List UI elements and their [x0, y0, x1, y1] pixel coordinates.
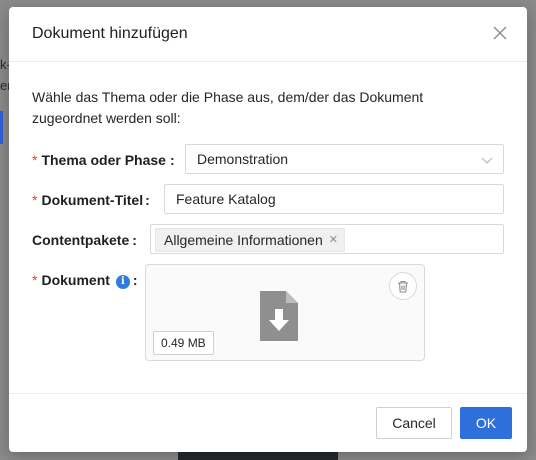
document-title-value: Feature Katalog — [176, 191, 276, 207]
label-colon: : — [145, 192, 150, 208]
document-title-input[interactable]: Feature Katalog — [164, 184, 504, 214]
content-tag-label: Allgemeine Informationen — [164, 232, 323, 248]
dialog-footer: Cancel OK — [9, 393, 527, 452]
required-marker: * — [32, 152, 38, 168]
required-marker: * — [32, 192, 38, 208]
label-colon: : — [169, 152, 175, 168]
title-label-text: Dokument-Titel — [41, 192, 144, 208]
content-field-label: Contentpakete: — [32, 232, 137, 248]
theme-label-text: Thema oder Phase — [41, 152, 166, 168]
theme-select-value: Demonstration — [197, 151, 289, 167]
file-download-icon — [260, 291, 298, 341]
content-tag: Allgemeine Informationen ✕ — [155, 228, 345, 252]
content-label-text: Contentpakete — [32, 232, 130, 248]
document-field-label: * Dokument i: — [32, 272, 138, 289]
background-accent-bar — [0, 111, 3, 144]
theme-select[interactable]: Demonstration — [185, 144, 504, 174]
document-label-text: Dokument — [41, 272, 110, 288]
tag-remove-icon[interactable]: ✕ — [329, 229, 338, 251]
document-upload-preview: 0.49 MB — [145, 264, 425, 361]
cancel-button[interactable]: Cancel — [376, 407, 452, 439]
dialog-title: Dokument hinzufügen — [32, 25, 188, 42]
dialog-header: Dokument hinzufügen — [9, 7, 527, 62]
trash-icon[interactable] — [389, 272, 417, 300]
close-icon[interactable] — [491, 24, 509, 42]
required-marker: * — [32, 272, 38, 288]
content-packages-select[interactable]: Allgemeine Informationen ✕ — [150, 224, 504, 254]
info-icon[interactable]: i — [115, 275, 130, 289]
dialog-description: Wähle das Thema oder die Phase aus, dem/… — [32, 89, 424, 126]
add-document-dialog: Dokument hinzufügen Wähle das Thema oder… — [9, 7, 527, 452]
label-colon: : — [132, 272, 138, 288]
file-size-badge: 0.49 MB — [153, 331, 214, 355]
ok-button[interactable]: OK — [460, 407, 512, 439]
theme-field-label: * Thema oder Phase: — [32, 152, 175, 168]
title-field-label: * Dokument-Titel: — [32, 192, 150, 208]
label-colon: : — [132, 232, 137, 248]
chevron-down-icon — [481, 157, 493, 164]
